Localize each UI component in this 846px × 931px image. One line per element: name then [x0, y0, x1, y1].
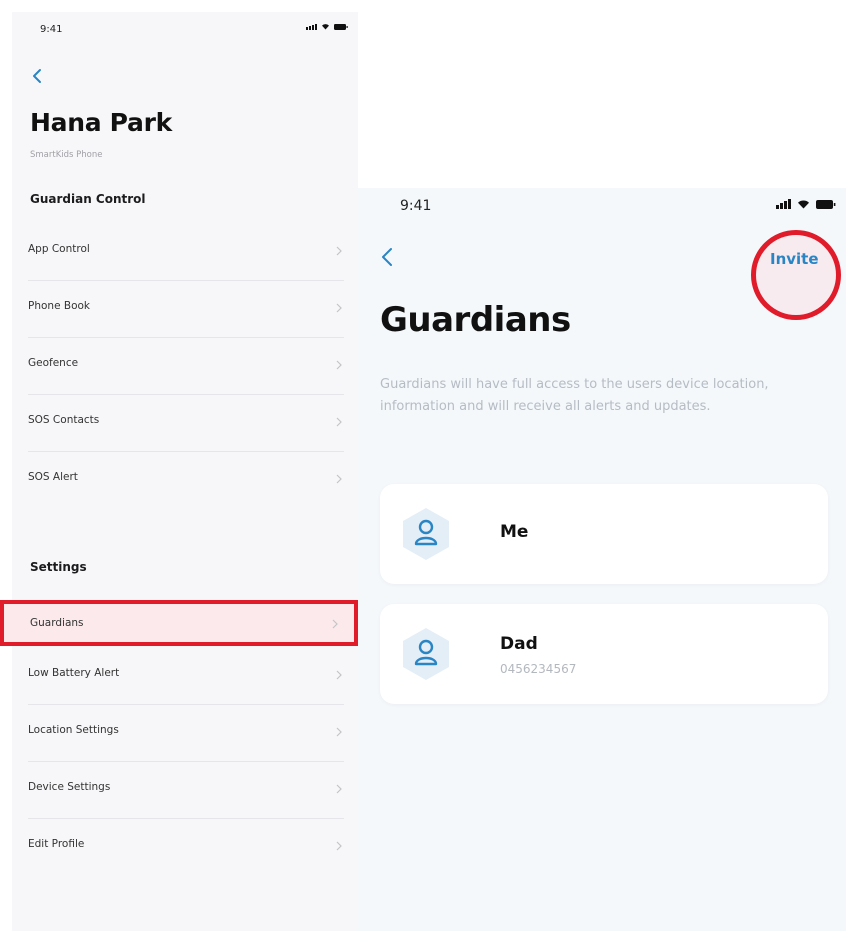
menu-item-app-control[interactable]: App Control — [28, 224, 344, 281]
menu-item-label: Edit Profile — [28, 838, 85, 850]
page-description: Guardians will have full access to the u… — [380, 377, 769, 414]
page-title: Hana Park — [30, 108, 172, 137]
chevron-right-icon — [336, 417, 342, 427]
menu-item-low-battery-alert[interactable]: Low Battery Alert — [28, 648, 344, 705]
menu-item-label: Guardians — [30, 617, 84, 629]
menu-item-label: Device Settings — [28, 781, 111, 793]
menu-item-geofence[interactable]: Geofence — [28, 338, 344, 395]
page-title: Guardians — [380, 300, 571, 340]
menu-item-device-settings[interactable]: Device Settings — [28, 762, 344, 819]
settings-list: Low Battery Alert Location Settings Devi… — [12, 648, 358, 875]
menu-item-label: App Control — [28, 243, 90, 255]
user-icon — [403, 628, 449, 680]
chevron-left-icon[interactable] — [378, 246, 396, 268]
child-profile-screen: 9:41 Hana Park SmartKids Phone Guardian … — [12, 12, 358, 931]
menu-item-label: Geofence — [28, 357, 79, 369]
menu-item-guardians[interactable]: Guardians — [0, 600, 358, 646]
status-time: 9:41 — [40, 24, 63, 35]
section-header-settings: Settings — [30, 560, 87, 574]
status-icons — [776, 199, 836, 209]
status-bar: 9:41 — [12, 12, 358, 46]
user-icon — [403, 508, 449, 560]
menu-item-label: Location Settings — [28, 724, 119, 736]
menu-item-location-settings[interactable]: Location Settings — [28, 705, 344, 762]
wifi-icon — [798, 200, 809, 209]
invite-highlight-circle — [751, 230, 841, 320]
menu-item-label: SOS Contacts — [28, 414, 100, 426]
guardian-card-dad[interactable]: Dad 0456234567 — [380, 604, 828, 704]
chevron-right-icon — [336, 360, 342, 370]
battery-icon — [334, 24, 348, 30]
chevron-right-icon — [336, 727, 342, 737]
chevron-right-icon — [332, 619, 338, 629]
chevron-right-icon — [336, 784, 342, 794]
guardian-phone: 0456234567 — [500, 662, 577, 676]
section-header-guardian-control: Guardian Control — [30, 192, 146, 206]
menu-item-edit-profile[interactable]: Edit Profile — [28, 819, 344, 875]
status-time: 9:41 — [400, 198, 432, 214]
status-icons — [306, 23, 348, 30]
chevron-right-icon — [336, 303, 342, 313]
chevron-right-icon — [336, 841, 342, 851]
menu-item-label: SOS Alert — [28, 471, 78, 483]
guardians-screen: 9:41 Invite Guardians Guardians will hav… — [358, 188, 846, 931]
guardian-name: Me — [500, 522, 529, 542]
battery-icon — [816, 200, 836, 209]
invite-button[interactable]: Invite — [770, 250, 819, 268]
signal-icon — [306, 24, 317, 30]
menu-item-label: Low Battery Alert — [28, 667, 120, 679]
chevron-left-icon[interactable] — [30, 68, 44, 84]
signal-icon — [776, 199, 791, 209]
menu-item-sos-alert[interactable]: SOS Alert — [28, 452, 344, 508]
menu-item-label: Phone Book — [28, 300, 90, 312]
device-subtitle: SmartKids Phone — [30, 150, 103, 160]
chevron-right-icon — [336, 474, 342, 484]
guardian-card-me[interactable]: Me — [380, 484, 828, 584]
chevron-right-icon — [336, 670, 342, 680]
menu-item-sos-contacts[interactable]: SOS Contacts — [28, 395, 344, 452]
guardian-control-list: App Control Phone Book Geofence SOS Cont… — [12, 224, 358, 508]
menu-item-phone-book[interactable]: Phone Book — [28, 281, 344, 338]
chevron-right-icon — [336, 246, 342, 256]
guardian-name: Dad — [500, 634, 538, 654]
wifi-icon — [322, 24, 329, 30]
